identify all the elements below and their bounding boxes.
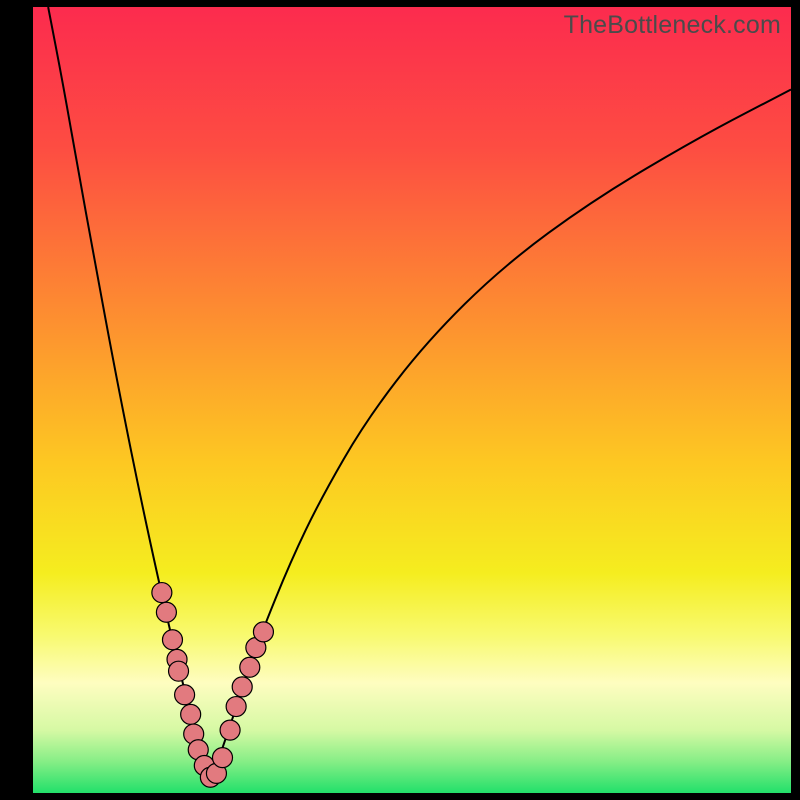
data-point <box>162 630 182 650</box>
watermark-label: TheBottleneck.com <box>564 11 781 40</box>
data-point <box>156 602 176 622</box>
chart-frame: TheBottleneck.com <box>0 0 800 800</box>
data-point <box>175 685 195 705</box>
data-point <box>232 677 252 697</box>
data-point <box>240 657 260 677</box>
data-point <box>220 720 240 740</box>
data-point <box>253 622 273 642</box>
plot-area: TheBottleneck.com <box>33 7 791 793</box>
data-point <box>213 748 233 768</box>
sample-points <box>33 7 791 793</box>
data-point <box>152 583 172 603</box>
data-point <box>181 704 201 724</box>
data-point <box>169 661 189 681</box>
data-point <box>226 697 246 717</box>
